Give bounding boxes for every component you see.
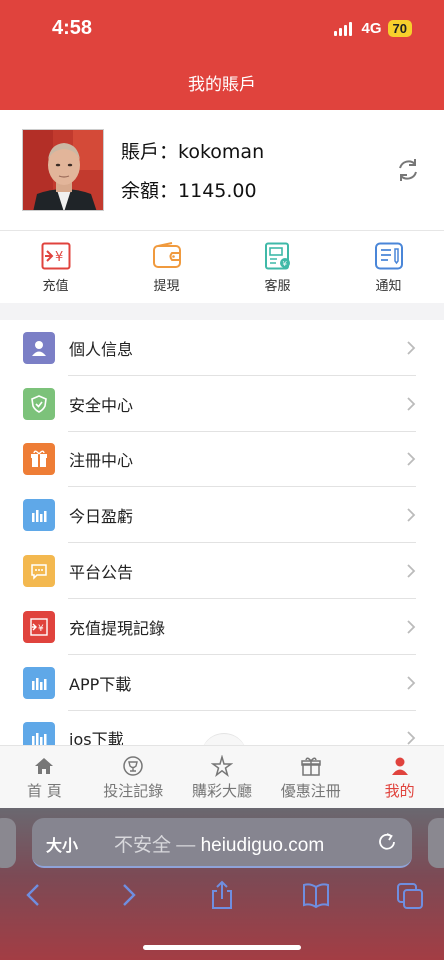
avatar [22, 129, 104, 211]
menu-item-label: 今日盈虧 [69, 507, 134, 527]
share-icon[interactable] [208, 880, 236, 910]
url-text: 不安全 — heiudiguo.com [114, 830, 324, 857]
home-indicator [143, 945, 301, 950]
menu-item-announcement[interactable]: 平台公告 [0, 543, 444, 599]
svg-text:¥: ¥ [282, 260, 287, 268]
menu-item-label: 平台公告 [69, 563, 134, 583]
bar-chart-icon [23, 499, 55, 532]
menu-item-register[interactable]: 注冊中心 [0, 432, 444, 488]
notice-icon [374, 242, 403, 270]
insecure-label: 不安全 — [114, 835, 201, 856]
tab-label: 投注記錄 [103, 782, 164, 800]
address-bar[interactable]: 大小 不安全 — heiudiguo.com [32, 818, 412, 868]
page-title: 我的賬戶 [188, 75, 256, 95]
user-icon [391, 757, 408, 775]
menu-item-app-download[interactable]: APP下載 [0, 655, 444, 711]
top-header: 4:58 4G 70 我的賬戶 [0, 0, 444, 110]
trophy-icon [123, 756, 143, 776]
recharge-icon: ¥ [41, 242, 70, 270]
tab-label: 購彩大廳 [191, 782, 252, 800]
forward-icon[interactable] [114, 880, 142, 910]
chevron-right-icon [407, 452, 416, 467]
menu-item-personal-info[interactable]: 個人信息 [0, 320, 444, 376]
bar-chart-icon [23, 722, 55, 745]
chevron-right-icon [407, 564, 416, 578]
menu-item-label: 注冊中心 [69, 451, 134, 471]
tab-lottery-hall[interactable]: 購彩大廳 [178, 746, 267, 808]
quick-service-button[interactable]: ¥ 客服 [222, 231, 333, 303]
status-time: 4:58 [52, 17, 93, 39]
svg-text:¥: ¥ [55, 250, 63, 265]
reload-icon[interactable] [376, 831, 398, 853]
recharge-record-icon: ¥ [23, 610, 55, 643]
tab-home[interactable]: 首 頁 [0, 746, 89, 808]
url-domain: heiudiguo.com [200, 835, 325, 856]
status-indicators: 4G 70 [333, 20, 412, 37]
menu-item-security[interactable]: 安全中心 [0, 376, 444, 432]
shield-icon [23, 387, 55, 420]
star-icon [210, 755, 233, 777]
quick-withdraw-button[interactable]: 提現 [111, 231, 222, 303]
menu-item-transaction-records[interactable]: ¥ 充值提現記錄 [0, 599, 444, 655]
previous-tab-pill[interactable] [0, 818, 16, 868]
tab-label: 優惠注冊 [280, 782, 341, 800]
quick-action-label: 客服 [264, 279, 291, 294]
quick-notice-button[interactable]: 通知 [333, 231, 444, 303]
bookmarks-icon[interactable] [302, 880, 330, 910]
chevron-right-icon [407, 676, 416, 690]
browser-toolbar: 大小 不安全 — heiudiguo.com [0, 808, 444, 960]
username-value: kokoman [178, 141, 265, 163]
tab-mine[interactable]: 我的 [355, 746, 444, 808]
account-username-row: 賬戶：kokoman [121, 137, 264, 164]
gift-icon [23, 443, 55, 476]
chevron-right-icon [407, 341, 416, 355]
next-tab-pill[interactable] [428, 818, 444, 868]
tab-label: 我的 [384, 782, 415, 800]
user-icon [23, 331, 55, 364]
balance-value: 1145.00 [178, 180, 257, 202]
chevron-right-icon [407, 397, 416, 411]
balance-label: 余額： [121, 180, 179, 202]
quick-action-label: 通知 [375, 279, 402, 294]
battery-icon: 70 [387, 20, 412, 37]
quick-actions: ¥ 充值 提現 ¥ 客服 通知 [0, 231, 444, 303]
menu-list: 個人信息 安全中心 注冊中心 今日盈虧 平台公告 ¥ 充值提現記錄 APP下載 … [0, 320, 444, 745]
tab-promotions[interactable]: 優惠注冊 [266, 746, 355, 808]
chevron-right-icon [407, 508, 416, 522]
menu-item-label: 安全中心 [69, 395, 134, 415]
tabs-icon[interactable] [396, 880, 424, 910]
service-icon: ¥ [264, 242, 290, 270]
browser-nav-icons [0, 880, 444, 916]
menu-item-profit-loss[interactable]: 今日盈虧 [0, 487, 444, 543]
refresh-icon[interactable] [394, 156, 422, 184]
menu-item-label: 充值提現記錄 [69, 618, 166, 638]
chevron-right-icon [407, 731, 416, 745]
tab-bet-records[interactable]: 投注記錄 [89, 746, 178, 808]
tab-label: 首 頁 [27, 782, 62, 800]
account-balance-row: 余額：1145.00 [121, 176, 257, 203]
message-icon [23, 555, 55, 588]
network-type: 4G [361, 20, 382, 37]
menu-item-label: 個人信息 [69, 339, 134, 359]
bar-chart-icon [23, 666, 55, 699]
back-icon[interactable] [20, 880, 48, 910]
username-label: 賬戶： [121, 141, 179, 163]
quick-action-label: 提現 [153, 279, 180, 294]
home-icon [35, 758, 54, 774]
svg-text:¥: ¥ [38, 624, 44, 634]
signal-icon [333, 21, 352, 36]
gift-icon [301, 757, 321, 776]
quick-action-label: 充值 [42, 279, 69, 294]
text-size-button[interactable]: 大小 [46, 832, 78, 856]
account-card: 賬戶：kokoman 余額：1145.00 [0, 110, 444, 230]
menu-item-label: APP下載 [69, 674, 132, 694]
chevron-right-icon [407, 620, 416, 634]
quick-recharge-button[interactable]: ¥ 充值 [0, 231, 111, 303]
bottom-tab-bar: 首 頁 投注記錄 購彩大廳 優惠注冊 我的 [0, 745, 444, 808]
wallet-icon [152, 242, 181, 268]
